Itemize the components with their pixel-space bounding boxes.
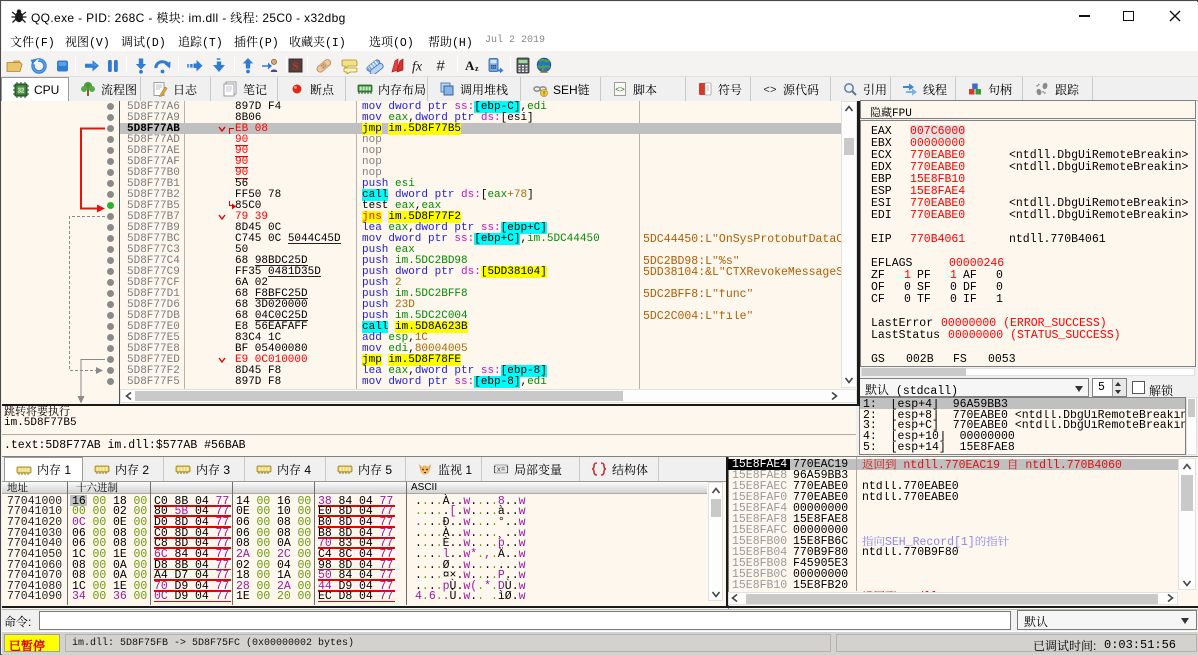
svg-text:32: 32 — [18, 88, 25, 94]
svg-text:[x=]: [x=] — [493, 467, 509, 475]
svg-text:#: # — [437, 58, 446, 75]
svg-text:A: A — [465, 58, 475, 73]
svg-text:<>: <> — [615, 86, 625, 95]
svg-text:S: S — [292, 61, 298, 73]
svg-text:<>: <> — [763, 85, 776, 97]
svg-text:!: ! — [543, 91, 545, 97]
svg-text:fx: fx — [412, 60, 423, 75]
svg-text:z: z — [475, 64, 479, 73]
